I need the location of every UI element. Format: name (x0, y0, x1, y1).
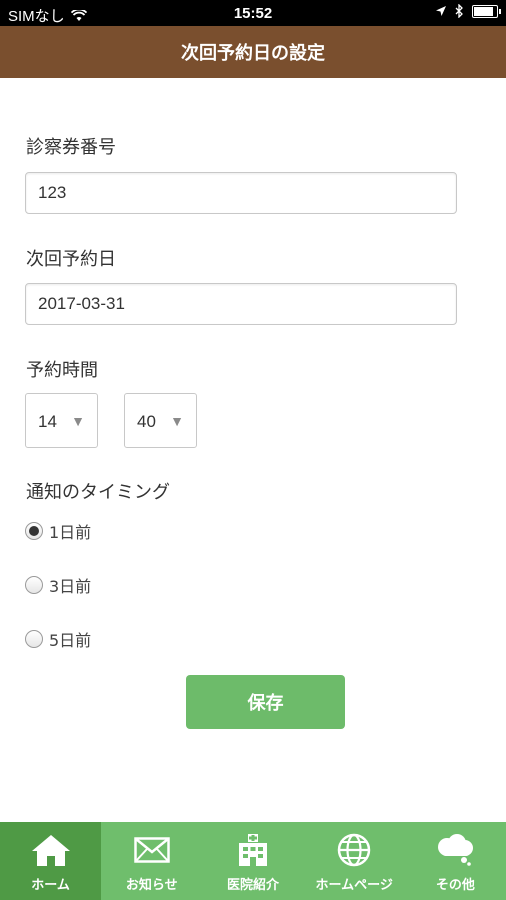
radio-button[interactable] (25, 576, 43, 594)
radio-label: 5日前 (49, 631, 92, 650)
tab-clinic-intro[interactable]: 医院紹介 (202, 822, 303, 900)
tab-news[interactable]: お知らせ (101, 822, 202, 900)
radio-label: 1日前 (49, 523, 92, 542)
location-icon (436, 6, 446, 16)
bluetooth-icon (455, 4, 463, 18)
tab-label: 医院紹介 (227, 878, 280, 893)
time-label: 予約時間 (26, 360, 98, 381)
minute-value: 40 (137, 412, 156, 431)
notify-timing-label: 通知のタイミング (26, 482, 170, 503)
next-date-label: 次回予約日 (26, 249, 116, 270)
tab-label: その他 (435, 878, 475, 893)
title-bar: 次回予約日の設定 (0, 26, 506, 78)
globe-icon (337, 833, 371, 867)
tab-label: ホームページ (315, 878, 393, 893)
chat-cloud-icon (438, 834, 474, 866)
tab-homepage[interactable]: ホームページ (304, 822, 405, 900)
hour-select[interactable]: 14 ▼ (25, 393, 98, 448)
battery-icon (472, 4, 501, 18)
radio-button[interactable] (25, 522, 43, 540)
card-number-value: 123 (38, 183, 67, 202)
mail-icon (134, 837, 170, 863)
tab-other[interactable]: その他 (405, 822, 506, 900)
radio-label: 3日前 (49, 577, 92, 596)
dropdown-arrow-icon: ▼ (170, 413, 184, 429)
tab-label: お知らせ (125, 878, 178, 893)
dropdown-arrow-icon: ▼ (71, 413, 85, 429)
page-title: 次回予約日の設定 (181, 43, 325, 64)
tab-home[interactable]: ホーム (0, 822, 102, 900)
next-date-value: 2017-03-31 (38, 294, 125, 313)
radio-button[interactable] (25, 630, 43, 648)
minute-select[interactable]: 40 ▼ (124, 393, 197, 448)
next-date-input[interactable]: 2017-03-31 (25, 283, 457, 325)
notify-option-1day[interactable]: 1日前 (25, 519, 91, 543)
clock: 15:52 (233, 5, 273, 22)
tab-bar: ホーム お知らせ 医院紹介 ホームページ その他 (0, 822, 506, 900)
tab-label: ホーム (31, 878, 70, 893)
card-number-input[interactable]: 123 (25, 172, 457, 214)
status-bar: SIMなし 15:52 (0, 0, 506, 26)
home-icon (31, 835, 70, 866)
notify-option-5day[interactable]: 5日前 (25, 627, 91, 651)
hour-value: 14 (38, 412, 57, 431)
notify-option-3day[interactable]: 3日前 (25, 573, 91, 597)
card-number-label: 診察券番号 (26, 137, 116, 158)
hospital-icon (239, 834, 267, 866)
save-button[interactable]: 保存 (186, 675, 345, 729)
